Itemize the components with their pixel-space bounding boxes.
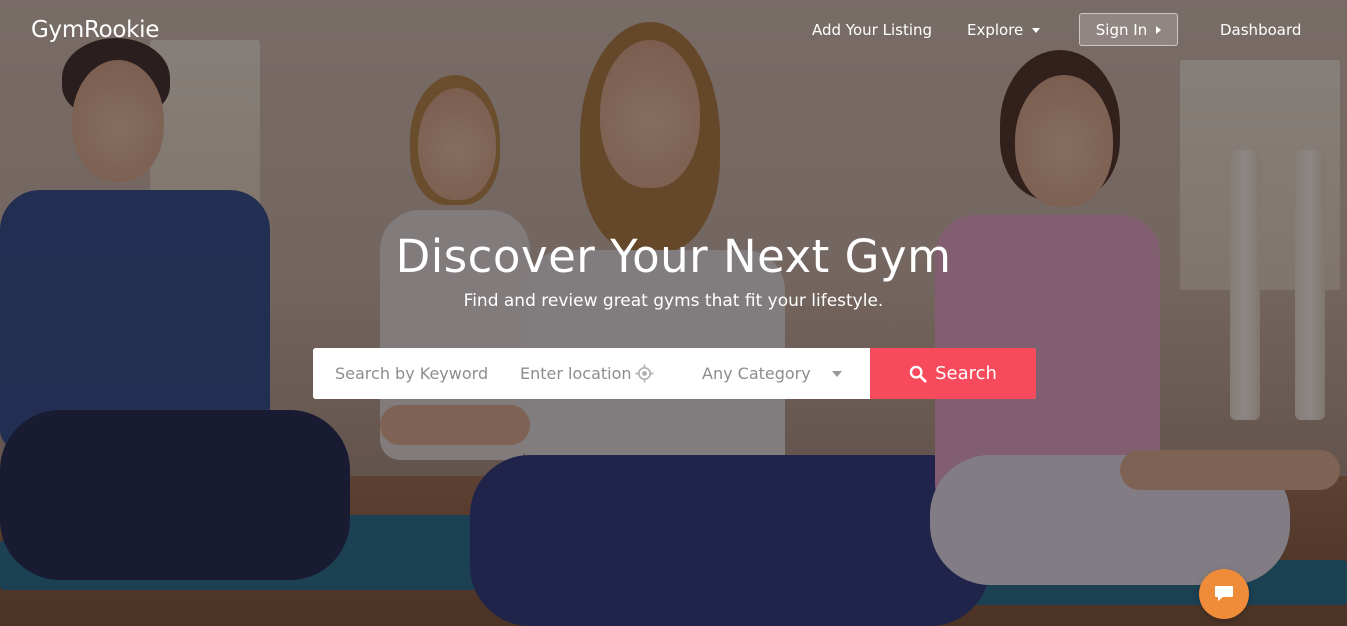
magnifier-icon	[909, 365, 927, 383]
keyword-field-wrapper	[313, 348, 499, 399]
dark-overlay	[0, 0, 1347, 626]
nav-explore-dropdown[interactable]: Explore	[967, 21, 1041, 39]
chat-button[interactable]	[1199, 569, 1249, 619]
location-input[interactable]	[518, 363, 652, 384]
search-button[interactable]: Search	[870, 348, 1036, 399]
search-button-label: Search	[935, 363, 997, 384]
search-bar: Any Category Search	[313, 348, 1036, 399]
nav-dashboard-link[interactable]: Dashboard	[1220, 21, 1301, 39]
brand-logo[interactable]: GymRookie	[31, 17, 159, 43]
hero-title: Discover Your Next Gym	[395, 230, 952, 283]
keyword-search-input[interactable]	[333, 363, 499, 384]
category-selected-value: Any Category	[702, 364, 811, 383]
sign-in-button[interactable]: Sign In	[1079, 13, 1178, 46]
chevron-down-icon	[1032, 28, 1041, 33]
hero-subtitle: Find and review great gyms that fit your…	[463, 291, 884, 311]
sign-in-label: Sign In	[1095, 20, 1148, 39]
speech-bubble-icon	[1215, 586, 1233, 601]
nav-explore-label: Explore	[967, 21, 1024, 39]
top-nav: GymRookie Add Your Listing Explore Sign …	[0, 0, 1347, 62]
chevron-right-icon	[1156, 25, 1162, 34]
location-field-wrapper	[499, 348, 684, 399]
hero-section: GymRookie Add Your Listing Explore Sign …	[0, 0, 1347, 626]
crosshair-locate-icon[interactable]	[635, 364, 654, 383]
nav-add-listing-link[interactable]: Add Your Listing	[812, 21, 932, 39]
category-select[interactable]: Any Category	[684, 348, 870, 399]
chevron-down-icon	[832, 371, 842, 377]
